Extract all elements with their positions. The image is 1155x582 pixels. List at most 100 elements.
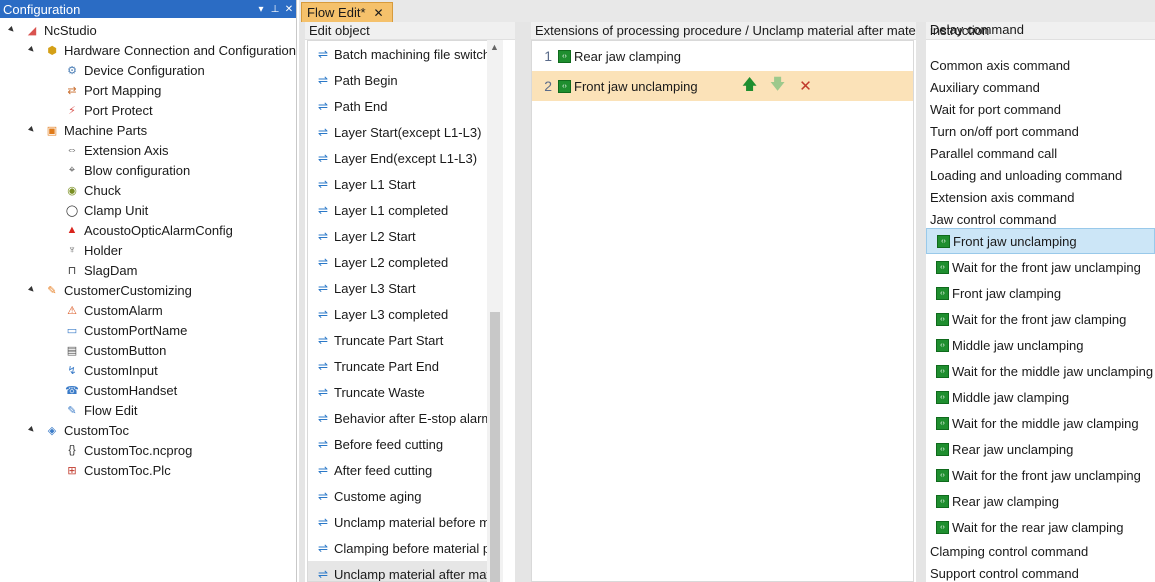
instruction-item[interactable]: ‹› Rear jaw unclamping — [926, 436, 1073, 462]
collapse-toggle-icon[interactable]: ▲ — [24, 422, 40, 438]
jaw-command-icon: ‹› — [558, 49, 571, 63]
instruction-group[interactable]: Loading and unloading command — [926, 164, 1122, 186]
instruction-item[interactable]: ‹› Wait for the front jaw clamping — [926, 306, 1126, 332]
instruction-group[interactable]: Extension axis command — [926, 186, 1075, 208]
edit-object-item[interactable]: ⇌ Truncate Part End — [308, 353, 496, 379]
tree-item[interactable]: ⇄ Port Mapping — [46, 80, 161, 100]
instruction-label: Extension axis command — [930, 189, 1075, 205]
instruction-item[interactable]: ‹› Wait for the rear jaw clamping — [926, 514, 1123, 540]
instruction-item[interactable]: ‹› Front jaw clamping — [926, 280, 1061, 306]
instruction-item[interactable]: ‹› Front jaw unclamping — [926, 228, 1155, 254]
edit-object-item[interactable]: ⇌ Layer L3 Start — [308, 275, 496, 301]
tab-flow-edit[interactable]: Flow Edit* ✕ — [301, 2, 393, 22]
tree-item[interactable]: ▲ ✎ CustomerCustomizing — [24, 280, 192, 300]
instruction-group[interactable]: Parallel command call — [926, 142, 1057, 164]
instruction-item[interactable]: ‹› Rear jaw clamping — [926, 488, 1059, 514]
edit-object-item[interactable]: ⇌ Path Begin — [308, 67, 496, 93]
edit-object-item[interactable]: ⇌ Unclamp material before machining — [308, 509, 496, 535]
edit-object-item[interactable]: ⇌ After feed cutting — [308, 457, 496, 483]
edit-object-item[interactable]: ⇌ Before feed cutting — [308, 431, 496, 457]
procedure-editor[interactable]: 1 ‹› Rear jaw clamping 2 ‹› Front jaw unclamp… — [531, 40, 914, 582]
tree-item[interactable]: ✎ Flow Edit — [46, 400, 137, 420]
delete-icon[interactable]: ✕ — [792, 77, 820, 95]
tree-item[interactable]: ⌖ Blow configuration — [46, 160, 190, 180]
tree-item[interactable]: {} CustomToc.ncprog — [46, 440, 192, 460]
edit-object-item[interactable]: ⇌ Unclamp material after material process… — [308, 561, 496, 581]
collapse-toggle-icon[interactable]: ▲ — [24, 42, 40, 58]
move-down-icon[interactable]: 🡇 — [764, 74, 792, 99]
tree-item[interactable]: ⚠ CustomAlarm — [46, 300, 163, 320]
instruction-group[interactable]: Wait for port command — [926, 98, 1061, 120]
edit-object-item[interactable]: ⇌ Layer L1 completed — [308, 197, 496, 223]
procedure-line[interactable]: 2 ‹› Front jaw unclamping 🡅 🡇 ✕ — [532, 71, 913, 101]
tree-item-label: CustomToc.Plc — [84, 462, 171, 478]
edit-object-item[interactable]: ⇌ Behavior after E-stop alarm — [308, 405, 496, 431]
instruction-item[interactable]: ‹› Wait for the front jaw unclamping — [926, 462, 1141, 488]
tree-item[interactable]: ▲ ◈ CustomToc — [24, 420, 129, 440]
edit-object-item[interactable]: ⇌ Layer L1 Start — [308, 171, 496, 197]
edit-object-item[interactable]: ⇌ Layer L2 completed — [308, 249, 496, 275]
edit-object-item[interactable]: ⇌ Truncate Part Start — [308, 327, 496, 353]
jaw-command-icon: ‹› — [558, 79, 571, 93]
instruction-group[interactable]: Auxiliary command — [926, 76, 1040, 98]
instruction-item[interactable]: ‹› Wait for the front jaw unclamping — [926, 254, 1141, 280]
instruction-group[interactable]: Support control command — [926, 562, 1079, 582]
tree-item[interactable]: ▲ ⬢ Hardware Connection and Configuration — [24, 40, 296, 60]
edit-object-item[interactable]: ⇌ Layer End(except L1-L3) — [308, 145, 496, 171]
instruction-item[interactable]: ‹› Wait for the middle jaw clamping — [926, 410, 1139, 436]
edit-object-item[interactable]: ⇌ Clamping before material processing — [308, 535, 496, 561]
edit-object-item[interactable]: ⇌ Layer L2 Start — [308, 223, 496, 249]
instruction-group[interactable]: Turn on/off port command — [926, 120, 1079, 142]
instruction-item[interactable]: ‹› Middle jaw clamping — [926, 384, 1069, 410]
tree-item[interactable]: ▭ CustomPortName — [46, 320, 188, 340]
flow-step-icon: ⇌ — [317, 47, 329, 61]
close-icon[interactable]: ✕ — [282, 4, 296, 15]
scrollbar-thumb[interactable] — [490, 312, 500, 582]
instruction-group[interactable]: Delay command — [926, 22, 1024, 40]
tree-item[interactable]: ♆ Holder — [46, 240, 122, 260]
instruction-group[interactable]: Jaw control command — [926, 208, 1056, 230]
tree-item[interactable]: ⊞ CustomToc.Plc — [46, 460, 171, 480]
edit-object-label: Before feed cutting — [334, 436, 444, 452]
flow-edit-icon: ✎ — [67, 404, 77, 417]
ncstudio-icon: ◢ — [27, 24, 37, 37]
tree-item[interactable]: ▤ CustomButton — [46, 340, 167, 360]
edit-object-item[interactable]: ⇌ Layer L3 completed — [308, 301, 496, 327]
chuck-icon: ◉ — [67, 184, 77, 197]
edit-object-item[interactable]: ⇌ Batch machining file switching — [308, 41, 496, 67]
tree-item[interactable]: ⇔ Extension Axis — [46, 140, 169, 160]
pin-icon[interactable]: ⊥ — [268, 4, 282, 15]
tree-item[interactable]: ▲ ◢ NcStudio — [4, 20, 96, 40]
tree-item-label: Blow configuration — [84, 162, 191, 178]
tab-close-icon[interactable]: ✕ — [374, 6, 384, 20]
edit-object-item[interactable]: ⇌ Layer Start(except L1-L3) — [308, 119, 496, 145]
edit-object-item[interactable]: ⇌ Truncate Waste — [308, 379, 496, 405]
scroll-up-icon[interactable]: ▲ — [490, 42, 499, 52]
flow-step-icon: ⇌ — [317, 151, 329, 165]
edit-object-item[interactable]: ⇌ Custome aging — [308, 483, 496, 509]
tree-item[interactable]: ▲ AcoustoOpticAlarmConfig — [46, 220, 233, 240]
collapse-toggle-icon[interactable]: ▲ — [24, 282, 40, 298]
tree-item[interactable]: ⚙ Device Configuration — [46, 60, 205, 80]
tree-item[interactable]: ↯ CustomInput — [46, 360, 157, 380]
customtoc-icon: ◈ — [47, 424, 57, 437]
tree-item[interactable]: ⊓ SlagDam — [46, 260, 138, 280]
tree-item[interactable]: ⚡ Port Protect — [46, 100, 153, 120]
collapse-toggle-icon[interactable]: ▲ — [24, 122, 40, 138]
procedure-line[interactable]: 1 ‹› Rear jaw clamping — [532, 41, 913, 71]
edit-object-item[interactable]: ⇌ Path End — [308, 93, 496, 119]
move-up-icon[interactable]: 🡅 — [736, 74, 764, 99]
tree-item[interactable]: ◉ Chuck — [46, 180, 121, 200]
instruction-item[interactable]: ‹› Middle jaw unclamping — [926, 332, 1084, 358]
tree-item[interactable]: ☎ CustomHandset — [46, 380, 177, 400]
edit-object-scrollbar[interactable]: ▲ — [487, 40, 503, 582]
edit-object-label: Path End — [334, 98, 388, 114]
instruction-item[interactable]: ‹› Wait for the middle jaw unclamping — [926, 358, 1153, 384]
collapse-toggle-icon[interactable]: ▲ — [4, 22, 20, 38]
dropdown-icon[interactable]: ▾ — [254, 4, 268, 15]
instruction-group[interactable]: Common axis command — [926, 54, 1070, 76]
tree-item[interactable]: ◯ Clamp Unit — [46, 200, 148, 220]
tree-item[interactable]: ▲ ▣ Machine Parts — [24, 120, 147, 140]
instruction-group[interactable]: Clamping control command — [926, 540, 1088, 562]
